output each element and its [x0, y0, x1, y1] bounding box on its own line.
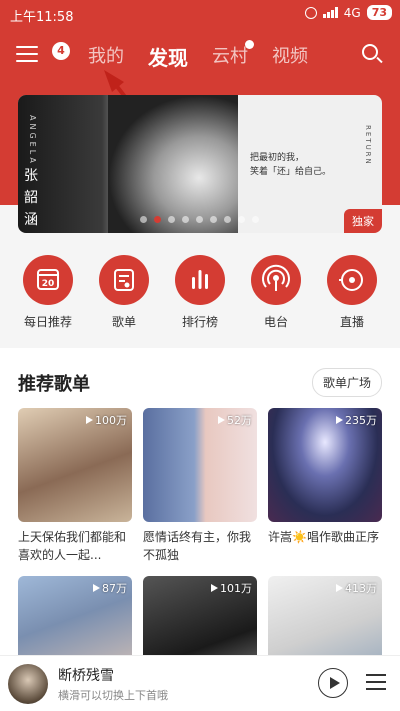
svg-text:20: 20 [42, 279, 55, 289]
play-button[interactable] [318, 668, 348, 698]
status-time: 上午11:58 [10, 10, 74, 25]
play-count: 87万 [93, 580, 127, 596]
search-button[interactable] [362, 44, 384, 66]
play-icon [336, 584, 343, 592]
daily-recommend-button[interactable]: 20 每日推荐 [16, 255, 80, 335]
section-title: 推荐歌单 [18, 374, 90, 395]
pager-dot [182, 216, 189, 223]
pager-dot [196, 216, 203, 223]
album-art [8, 664, 48, 704]
radio-icon [251, 255, 301, 305]
live-icon [327, 255, 377, 305]
play-icon [93, 584, 100, 592]
playlist-cover: 52万 [143, 408, 257, 522]
playlist-button[interactable]: 歌单 [92, 255, 156, 335]
playlist-grid: 100万 上天保佑我们都能和喜欢的人一起... 52万 愿情话终有主，你我不孤独… [18, 408, 382, 690]
playlist-card[interactable]: 235万 许嵩☀️唱作歌曲正序 [268, 408, 382, 564]
playlist-title: 愿情话终有主，你我不孤独 [143, 530, 252, 562]
calendar-icon: 20 [23, 255, 73, 305]
play-icon [218, 416, 225, 424]
pager-dot [210, 216, 217, 223]
top-nav: 4 我的 发现 云村 视频 [0, 38, 400, 74]
play-count: 52万 [218, 412, 252, 428]
status-bar: 上午11:58 4G 73 [0, 0, 400, 28]
tab-bar: 我的 发现 云村 视频 [88, 40, 308, 71]
mini-player[interactable]: 断桥残雪 横滑可以切换上下首哦 [0, 655, 400, 711]
play-count: 101万 [211, 580, 252, 596]
signal-icon [322, 7, 338, 18]
playlist-title: 许嵩☀️唱作歌曲正序 [268, 530, 379, 544]
pager-dot [140, 216, 147, 223]
alarm-icon [304, 6, 317, 19]
playlist-cover: 235万 [268, 408, 382, 522]
banner-artist-en: ANGELA [28, 115, 37, 166]
play-count: 235万 [336, 412, 377, 428]
playlist-cover: 100万 [18, 408, 132, 522]
pager-dot [224, 216, 231, 223]
quick-entries: 20 每日推荐 歌单 排行榜 电台 直播 [0, 255, 400, 335]
play-icon [330, 677, 340, 689]
playlist-card[interactable]: 100万 上天保佑我们都能和喜欢的人一起... [18, 408, 132, 564]
banner-side-text: RETURN [364, 125, 372, 166]
pager-dot [238, 216, 245, 223]
tab-cloud-village[interactable]: 云村 [212, 40, 254, 71]
playlist-title: 上天保佑我们都能和喜欢的人一起... [18, 530, 127, 562]
tab-video[interactable]: 视频 [272, 42, 308, 71]
tab-discover[interactable]: 发现 [148, 42, 188, 71]
battery-level: 73 [366, 5, 392, 20]
pager-dot [154, 216, 161, 223]
playlist-queue-button[interactable] [366, 674, 386, 695]
pager-dot [252, 216, 259, 223]
play-count: 413万 [336, 580, 377, 596]
playlist-icon [99, 255, 149, 305]
banner-carousel[interactable]: ANGELA 张韶涵 把最初的我， 笑着「还」给自己。 RETURN 独家 [18, 95, 382, 233]
banner-quote: 把最初的我， 笑着「还」给自己。 [250, 153, 332, 177]
charts-button[interactable]: 排行榜 [168, 255, 232, 335]
live-button[interactable]: 直播 [320, 255, 384, 335]
banner-image [108, 95, 238, 233]
banner-pager [140, 216, 259, 223]
tab-mine[interactable]: 我的 [88, 42, 124, 71]
radio-button[interactable]: 电台 [244, 255, 308, 335]
play-count: 100万 [86, 412, 127, 428]
menu-button[interactable]: 4 [16, 42, 70, 64]
playlist-card[interactable]: 52万 愿情话终有主，你我不孤独 [143, 408, 257, 564]
network-type: 4G [343, 5, 361, 20]
play-icon [211, 584, 218, 592]
exclusive-badge: 独家 [344, 209, 382, 233]
status-right: 4G 73 [304, 5, 392, 20]
tab-cloud-village-label: 云村 [212, 46, 248, 67]
menu-badge: 4 [52, 42, 70, 60]
banner-artist-name: 张韶涵 [24, 168, 38, 228]
play-icon [336, 416, 343, 424]
pager-dot [168, 216, 175, 223]
song-title: 断桥残雪 [58, 668, 114, 684]
chart-bars-icon [175, 255, 225, 305]
play-icon [86, 416, 93, 424]
song-subtitle: 横滑可以切换上下首哦 [58, 689, 168, 702]
notification-dot [245, 40, 254, 49]
playlist-square-button[interactable]: 歌单广场 [311, 368, 382, 397]
